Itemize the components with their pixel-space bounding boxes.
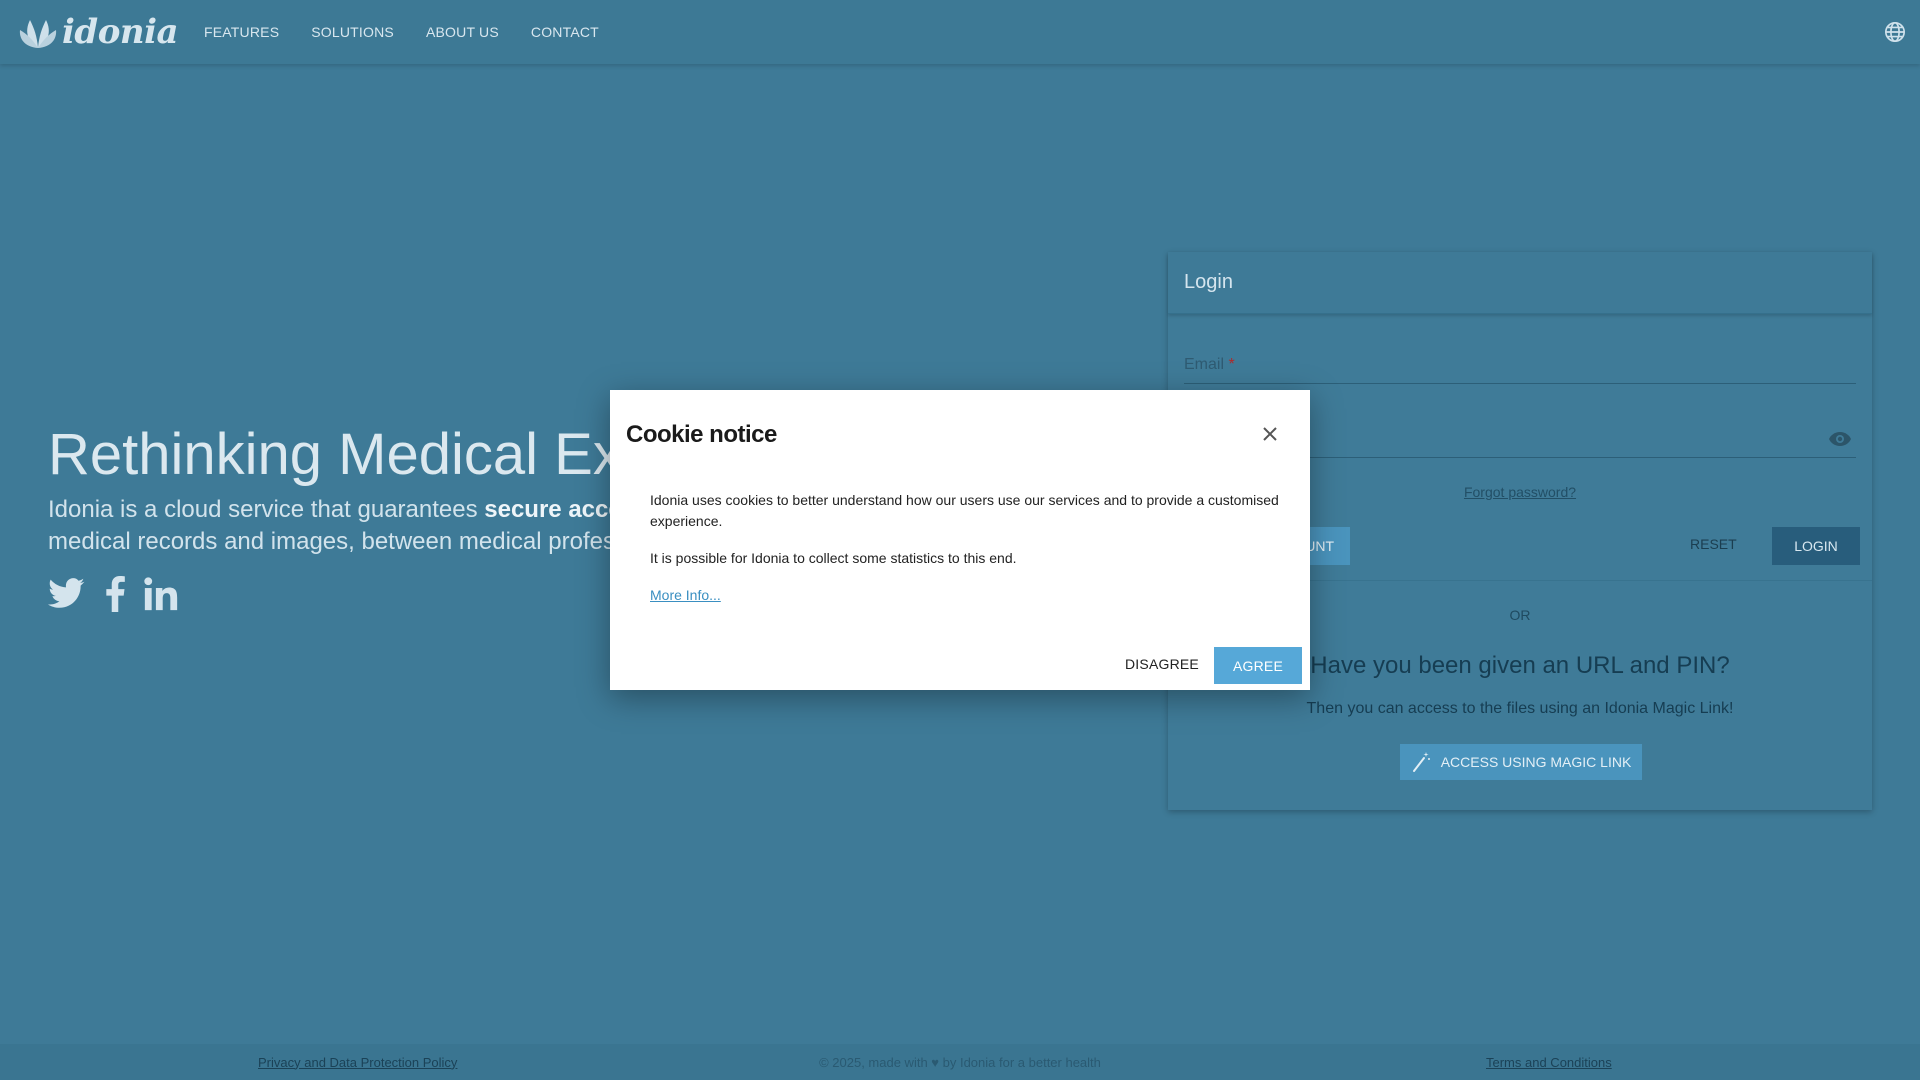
- login-button[interactable]: LOGIN: [1772, 527, 1860, 565]
- cookie-modal-body: Idonia uses cookies to better understand…: [650, 490, 1280, 606]
- hero-subtitle-line2: medical records and images, between medi…: [48, 528, 615, 555]
- nav-about-us[interactable]: ABOUT US: [426, 24, 499, 40]
- cookie-modal-title: Cookie notice: [626, 421, 777, 448]
- hero-subtitle-prefix: Idonia is a cloud service that guarantee…: [48, 496, 485, 523]
- linkedin-icon[interactable]: [144, 577, 178, 611]
- logo-text: idonia: [62, 12, 179, 52]
- email-field[interactable]: Email *: [1184, 356, 1856, 384]
- cookie-modal: Cookie notice Idonia uses cookies to bet…: [610, 390, 1310, 690]
- nav-contact[interactable]: CONTACT: [531, 24, 599, 40]
- close-icon[interactable]: [1262, 426, 1278, 447]
- nav-menu: FEATURES SOLUTIONS ABOUT US CONTACT: [204, 24, 631, 40]
- hero-subtitle-bold: secure acce: [484, 496, 622, 523]
- more-info-link[interactable]: More Info...: [650, 587, 721, 603]
- cookie-paragraph-2: It is possible for Idonia to collect som…: [650, 550, 1017, 566]
- terms-link[interactable]: Terms and Conditions: [1486, 1055, 1612, 1070]
- required-mark: *: [1228, 356, 1235, 373]
- login-title: Login: [1184, 271, 1233, 293]
- magic-wand-icon: [1411, 751, 1431, 773]
- email-label-text: Email: [1184, 356, 1225, 373]
- globe-icon[interactable]: [1884, 21, 1906, 48]
- disagree-button[interactable]: DISAGREE: [1125, 656, 1199, 672]
- email-label: Email *: [1184, 356, 1235, 373]
- logo[interactable]: idonia: [18, 12, 179, 52]
- magic-link-button[interactable]: ACCESS USING MAGIC LINK: [1400, 744, 1642, 780]
- top-navbar: idonia FEATURES SOLUTIONS ABOUT US CONTA…: [0, 0, 1920, 64]
- nav-solutions[interactable]: SOLUTIONS: [311, 24, 394, 40]
- privacy-policy-link[interactable]: Privacy and Data Protection Policy: [258, 1055, 457, 1070]
- magic-link-label: ACCESS USING MAGIC LINK: [1440, 754, 1632, 770]
- eye-icon[interactable]: [1828, 430, 1852, 453]
- lotus-logo-icon: [18, 14, 58, 50]
- twitter-icon[interactable]: [48, 578, 86, 610]
- agree-button[interactable]: AGREE: [1214, 647, 1302, 684]
- facebook-icon[interactable]: [104, 576, 126, 612]
- cookie-paragraph-1: Idonia uses cookies to better understand…: [650, 492, 1279, 529]
- nav-features[interactable]: FEATURES: [204, 24, 279, 40]
- footer: Privacy and Data Protection Policy © 202…: [0, 1044, 1920, 1080]
- login-header: Login: [1168, 252, 1872, 314]
- reset-button[interactable]: RESET: [1690, 536, 1737, 552]
- pin-subtitle: Then you can access to the files using a…: [1306, 700, 1734, 717]
